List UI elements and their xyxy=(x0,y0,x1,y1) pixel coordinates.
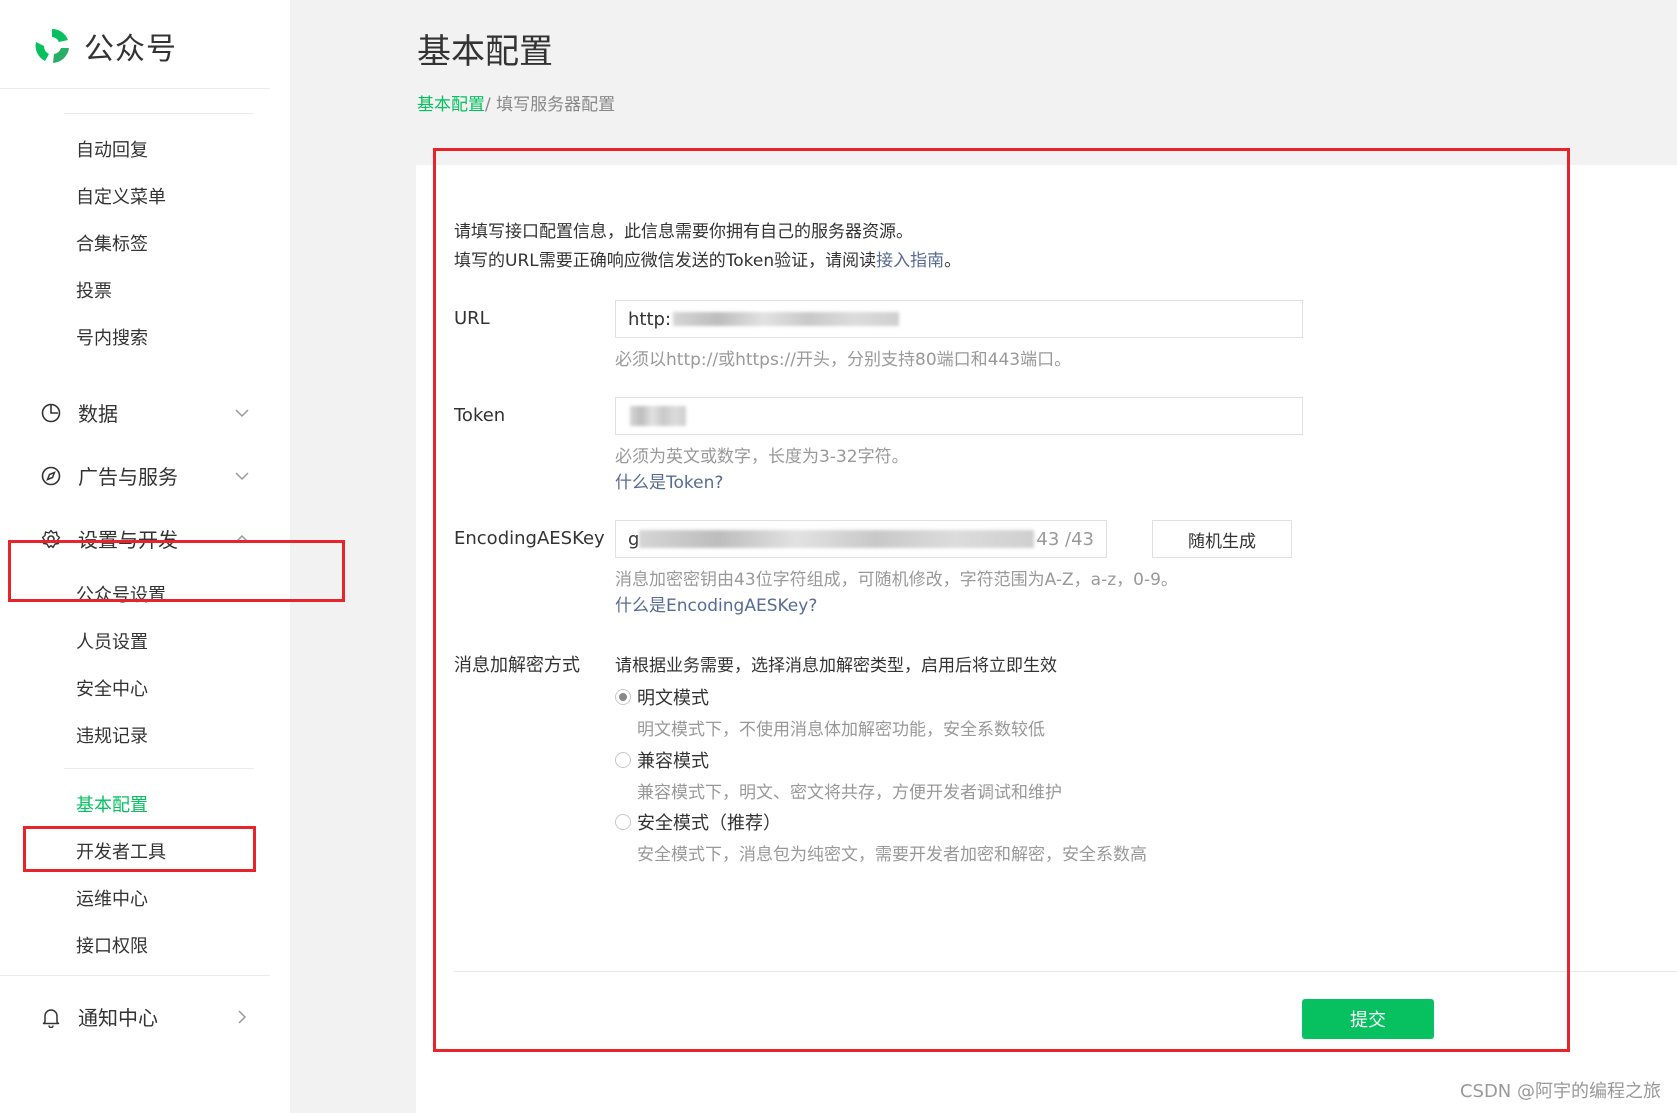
radio-description: 安全模式下，消息包为纯密文，需要开发者加密和解密，安全系数高 xyxy=(637,845,1147,865)
breadcrumb-current: 填写服务器配置 xyxy=(496,95,616,115)
sidebar-item-search[interactable]: 号内搜索 xyxy=(76,324,148,350)
aeskey-char-counter: 43 /43 xyxy=(1036,528,1094,550)
breadcrumb-root-link[interactable]: 基本配置 xyxy=(417,95,485,115)
radio-compatible-mode[interactable]: 兼容模式 xyxy=(615,747,709,773)
form-intro: 请填写接口配置信息，此信息需要你拥有自己的服务器资源。 填写的URL需要正确响应… xyxy=(454,218,961,276)
url-value: http: xyxy=(628,308,672,330)
sidebar-group-label: 数据 xyxy=(78,402,118,426)
intro-line-2-prefix: 填写的URL需要正确响应微信发送的Token验证，请阅读 xyxy=(454,251,877,271)
breadcrumb: 基本配置/ 填写服务器配置 xyxy=(417,90,615,115)
encrypt-mode-description: 请根据业务需要，选择消息加解密类型，启用后将立即生效 xyxy=(615,656,1057,676)
sidebar-group-label: 设置与开发 xyxy=(78,528,178,552)
brand-name: 公众号 xyxy=(84,32,177,67)
sidebar-group-notifications[interactable]: 通知中心 xyxy=(40,1002,250,1031)
sidebar-group-label: 广告与服务 xyxy=(78,465,178,489)
access-guide-link[interactable]: 接入指南 xyxy=(876,251,944,271)
radio-description: 明文模式下，不使用消息体加解密功能，安全系数较低 xyxy=(637,720,1045,740)
sidebar-group-ads[interactable]: 广告与服务 xyxy=(40,461,250,490)
what-is-aeskey-link[interactable]: 什么是EncodingAESKey? xyxy=(615,591,817,616)
aeskey-label: EncodingAESKey xyxy=(454,528,605,549)
redacted-blur xyxy=(630,406,686,426)
url-input[interactable]: http: xyxy=(615,300,1303,338)
url-label: URL xyxy=(454,308,490,329)
bell-icon xyxy=(42,1008,60,1028)
sidebar-group-settings[interactable]: 设置与开发 xyxy=(40,524,250,553)
encrypt-mode-label: 消息加解密方式 xyxy=(454,655,580,676)
aeskey-input[interactable]: g 43 /43 xyxy=(615,520,1107,558)
sidebar-divider xyxy=(64,113,254,114)
sidebar-divider xyxy=(64,768,254,769)
compass-icon xyxy=(41,466,61,485)
watermark: CSDN @阿宇的编程之旅 xyxy=(1459,1081,1661,1102)
radio-button[interactable] xyxy=(615,752,631,768)
radio-label: 兼容模式 xyxy=(637,751,709,772)
radio-label: 明文模式 xyxy=(637,688,709,709)
chevron-right-icon xyxy=(238,1009,247,1024)
intro-line-2-suffix: 。 xyxy=(944,251,962,271)
sidebar-item-basic-config[interactable]: 基本配置 xyxy=(76,791,148,817)
sidebar-item-api-permissions[interactable]: 接口权限 xyxy=(76,932,148,958)
sidebar-group-label: 通知中心 xyxy=(78,1006,158,1030)
sidebar-item-violation-records[interactable]: 违规记录 xyxy=(76,722,148,748)
sidebar-item-dev-tools[interactable]: 开发者工具 xyxy=(76,838,166,864)
intro-line-2: 填写的URL需要正确响应微信发送的Token验证，请阅读接入指南。 xyxy=(454,247,961,276)
wechat-mp-logo-icon xyxy=(35,28,69,63)
chevron-down-icon xyxy=(235,408,249,417)
form-divider xyxy=(454,971,1677,972)
sidebar-item-account-settings[interactable]: 公众号设置 xyxy=(76,581,166,607)
token-label: Token xyxy=(454,405,506,426)
radio-button-selected[interactable] xyxy=(615,689,631,705)
token-hint: 必须为英文或数字，长度为3-32字符。 xyxy=(615,447,909,467)
sidebar-item-collection-tags[interactable]: 合集标签 xyxy=(76,230,148,256)
radio-secure-mode[interactable]: 安全模式（推荐） xyxy=(615,809,781,835)
intro-line-1: 请填写接口配置信息，此信息需要你拥有自己的服务器资源。 xyxy=(454,222,913,242)
chevron-up-icon xyxy=(235,534,249,543)
radio-button[interactable] xyxy=(615,814,631,830)
radio-description: 兼容模式下，明文、密文将共存，方便开发者调试和维护 xyxy=(637,783,1062,803)
radio-plaintext-mode[interactable]: 明文模式 xyxy=(615,684,709,710)
chevron-down-icon xyxy=(235,471,249,480)
sidebar-item-auto-reply[interactable]: 自动回复 xyxy=(76,136,148,162)
what-is-token-link[interactable]: 什么是Token? xyxy=(615,468,723,493)
redacted-blur xyxy=(639,530,1035,548)
sidebar-item-custom-menu[interactable]: 自定义菜单 xyxy=(76,183,166,209)
sidebar-item-vote[interactable]: 投票 xyxy=(76,277,112,303)
sidebar-item-security-center[interactable]: 安全中心 xyxy=(76,675,148,701)
aeskey-hint: 消息加密密钥由43位字符组成，可随机修改，字符范围为A-Z，a-z，0-9。 xyxy=(615,570,1178,590)
radio-label: 安全模式（推荐） xyxy=(637,813,781,834)
token-input[interactable] xyxy=(615,397,1303,435)
sidebar-group-data[interactable]: 数据 xyxy=(40,398,250,427)
sidebar-divider xyxy=(0,975,270,976)
sidebar-item-ops-center[interactable]: 运维中心 xyxy=(76,885,148,911)
sidebar-divider xyxy=(0,88,270,89)
sidebar: 公众号 自动回复 自定义菜单 合集标签 投票 号内搜索 数据 广告与服务 设置与… xyxy=(0,0,290,1113)
sidebar-item-member-settings[interactable]: 人员设置 xyxy=(76,628,148,654)
main-content: 基本配置 基本配置/ 填写服务器配置 请填写接口配置信息，此信息需要你拥有自己的… xyxy=(290,0,1677,1113)
redacted-blur xyxy=(673,312,900,326)
submit-button[interactable]: 提交 xyxy=(1302,999,1434,1039)
page-title: 基本配置 xyxy=(417,32,553,72)
url-hint: 必须以http://或https://开头，分别支持80端口和443端口。 xyxy=(615,350,1072,370)
chart-pie-icon xyxy=(41,403,61,422)
aeskey-value: g xyxy=(628,528,640,550)
random-generate-button[interactable]: 随机生成 xyxy=(1152,520,1292,558)
gear-icon xyxy=(41,529,61,548)
breadcrumb-separator: / xyxy=(485,95,497,115)
brand-logo[interactable]: 公众号 xyxy=(32,24,177,68)
